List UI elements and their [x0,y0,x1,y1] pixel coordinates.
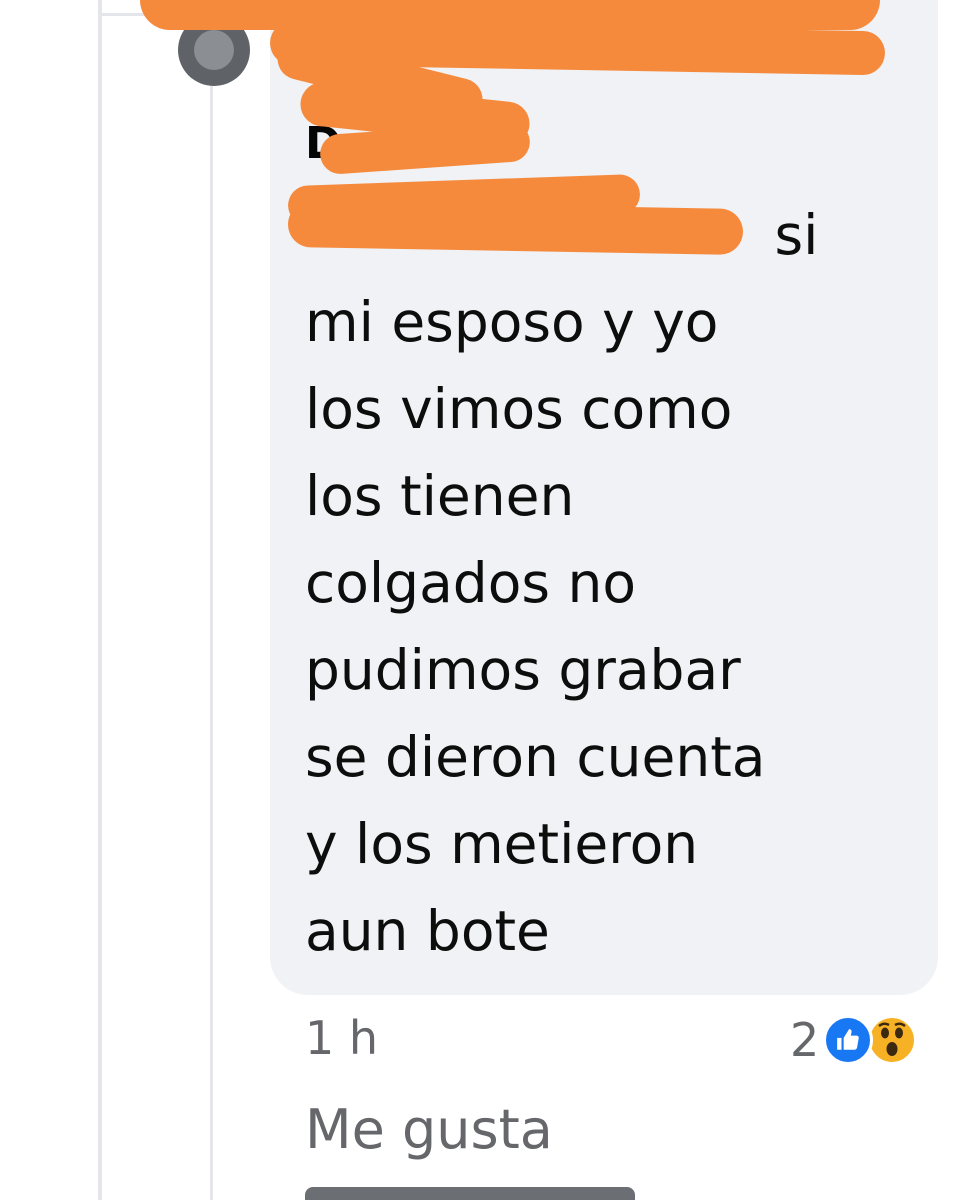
comment-line: los vimos como [305,377,733,441]
like-icon [823,1015,874,1065]
like-button[interactable]: Me gusta [305,1103,553,1157]
wow-icon [867,1015,918,1065]
comment-line: y los metieron [305,812,699,876]
reaction-summary[interactable]: 2 [790,1012,918,1068]
comment-line: colgados no [305,551,636,615]
reply-thread-line [210,85,213,1200]
comment-line: se dieron cuenta [305,725,766,789]
comment-line: si [757,203,819,267]
reply-button-partial[interactable] [305,1187,635,1200]
comment-line: pudimos grabar [305,638,741,702]
comment-line: mi esposo y yo [305,290,719,354]
comment-line: aun bote [305,899,550,963]
comment-text: si mi esposo y yo los vimos como los tie… [305,192,915,975]
avatar-image [194,30,234,70]
reaction-count: 2 [790,1013,820,1067]
comment-line: los tienen [305,464,575,528]
thread-line [98,0,102,1200]
comment-timestamp[interactable]: 1 h [305,1015,378,1061]
redaction-scribble [287,201,744,255]
